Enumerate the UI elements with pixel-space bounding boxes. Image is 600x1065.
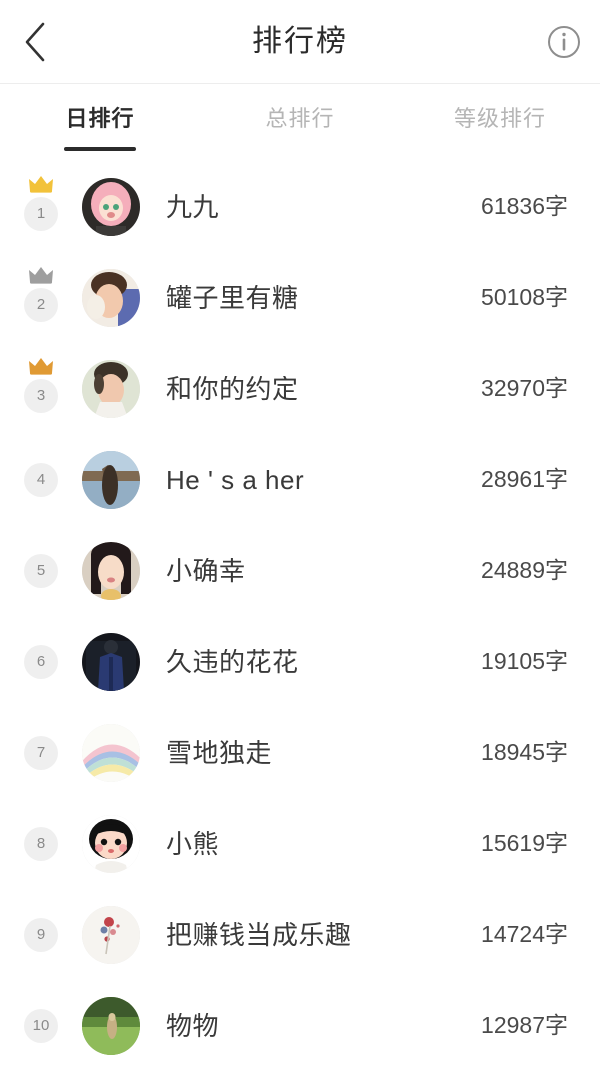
word-count: 18945字 — [481, 739, 568, 765]
table-row[interactable]: 7 雪地独走 18945字 — [0, 707, 600, 798]
user-name: 小确幸 — [166, 557, 246, 584]
ranking-list: 1 九九 61836字 2 罐子里有糖 50108字 3 和你的约定 32970… — [0, 153, 600, 1065]
tab-level-ranking[interactable]: 等级排行 — [400, 84, 600, 153]
word-count: 15619字 — [481, 830, 568, 856]
table-row[interactable]: 9 把赚钱当成乐趣 14724字 — [0, 889, 600, 980]
page-header: 排行榜 — [0, 0, 600, 83]
table-row[interactable]: 4 He ' s a her 28961字 — [0, 434, 600, 525]
table-row[interactable]: 1 九九 61836字 — [0, 161, 600, 252]
rank-indicator: 9 — [18, 900, 64, 970]
rank-number: 1 — [24, 196, 58, 231]
avatar[interactable] — [82, 359, 140, 418]
rank-indicator: 6 — [18, 627, 64, 697]
tab-label: 日排行 — [65, 105, 135, 131]
avatar[interactable] — [82, 996, 140, 1055]
chevron-left-icon — [22, 21, 48, 63]
avatar[interactable] — [82, 905, 140, 964]
word-count: 61836字 — [481, 193, 568, 219]
word-count: 12987字 — [481, 1012, 568, 1038]
avatar[interactable] — [82, 814, 140, 873]
info-circle-icon — [546, 24, 582, 60]
word-count: 32970字 — [481, 375, 568, 401]
rank-number: 2 — [24, 287, 58, 322]
crown-gold-icon — [28, 175, 54, 193]
word-count: 19105字 — [481, 648, 568, 674]
rank-indicator: 2 — [18, 263, 64, 333]
tab-label: 等级排行 — [453, 105, 546, 131]
table-row[interactable]: 10 物物 12987字 — [0, 980, 600, 1065]
avatar[interactable] — [82, 723, 140, 782]
rank-indicator: 10 — [18, 991, 64, 1061]
info-button[interactable] — [540, 18, 588, 66]
user-name: He ' s a her — [166, 466, 305, 493]
avatar[interactable] — [82, 450, 140, 509]
word-count: 24889字 — [481, 557, 568, 583]
avatar[interactable] — [82, 268, 140, 327]
rank-number: 8 — [24, 826, 58, 861]
word-count: 50108字 — [481, 284, 568, 310]
table-row[interactable]: 3 和你的约定 32970字 — [0, 343, 600, 434]
user-name: 雪地独走 — [166, 739, 273, 766]
table-row[interactable]: 2 罐子里有糖 50108字 — [0, 252, 600, 343]
table-row[interactable]: 6 久违的花花 19105字 — [0, 616, 600, 707]
rank-number: 3 — [24, 378, 58, 413]
user-name: 把赚钱当成乐趣 — [166, 921, 352, 948]
avatar[interactable] — [82, 177, 140, 236]
rank-number: 6 — [24, 644, 58, 679]
user-name: 罐子里有糖 — [166, 284, 299, 311]
tab-total-ranking[interactable]: 总排行 — [200, 84, 400, 153]
tab-active-underline — [64, 147, 136, 151]
rank-number: 10 — [24, 1008, 58, 1043]
rank-indicator: 7 — [18, 718, 64, 788]
table-row[interactable]: 5 小确幸 24889字 — [0, 525, 600, 616]
table-row[interactable]: 8 小熊 15619字 — [0, 798, 600, 889]
crown-silver-icon — [28, 266, 54, 284]
user-name: 九九 — [166, 193, 220, 220]
page-title: 排行榜 — [252, 24, 348, 58]
rank-indicator: 8 — [18, 809, 64, 879]
rank-number: 5 — [24, 553, 58, 588]
tab-bar: 日排行 总排行 等级排行 — [0, 84, 600, 153]
rank-number: 9 — [24, 917, 58, 952]
avatar[interactable] — [82, 541, 140, 600]
user-name: 小熊 — [166, 830, 220, 857]
back-button[interactable] — [8, 15, 62, 69]
user-name: 物物 — [166, 1012, 220, 1039]
user-name: 和你的约定 — [166, 375, 299, 402]
rank-number: 7 — [24, 735, 58, 770]
crown-bronze-icon — [28, 357, 54, 375]
user-name: 久违的花花 — [166, 648, 299, 675]
rank-indicator: 4 — [18, 445, 64, 515]
rank-number: 4 — [24, 462, 58, 497]
ranking-page: 排行榜 日排行 总排行 等级排行 1 九九 61836字 2 罐子里有糖 501… — [0, 0, 600, 1065]
word-count: 14724字 — [481, 921, 568, 947]
rank-indicator: 1 — [18, 172, 64, 242]
tab-daily-ranking[interactable]: 日排行 — [0, 84, 200, 153]
avatar[interactable] — [82, 632, 140, 691]
word-count: 28961字 — [481, 466, 568, 492]
rank-indicator: 5 — [18, 536, 64, 606]
tab-label: 总排行 — [265, 105, 335, 131]
rank-indicator: 3 — [18, 354, 64, 424]
